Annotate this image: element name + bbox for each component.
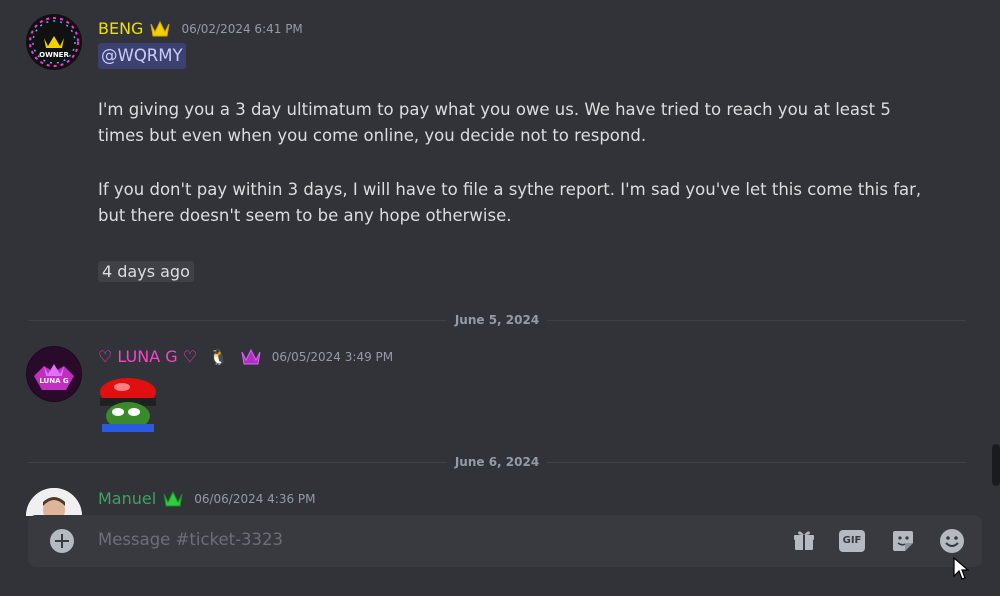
message-beng: OWNER BENG 06/02/2024 6:41 PM @WQRMY I'm… — [0, 0, 1000, 300]
avatar[interactable] — [26, 488, 82, 516]
avatar[interactable]: LUNA G — [26, 346, 82, 402]
message-paragraph: I'm giving you a 3 day ultimatum to pay … — [98, 100, 891, 145]
sticker-icon[interactable] — [889, 527, 917, 555]
gif-icon[interactable]: GIF — [839, 530, 865, 552]
add-icon[interactable] — [50, 529, 74, 553]
message-paragraph: If you don't pay within 3 days, I will h… — [98, 180, 922, 225]
pepe-siren-emoji[interactable] — [98, 376, 160, 432]
message-manuel: Manuel 06/06/2024 4:36 PM — [0, 472, 1000, 516]
message-luna: LUNA G ♡ LUNA G ♡ 🐧 06/05/2024 3:49 PM — [0, 330, 1000, 450]
crown-icon — [241, 348, 261, 364]
crown-icon — [163, 490, 183, 506]
relative-time-chip: 4 days ago — [98, 261, 194, 282]
username[interactable]: BENG — [98, 19, 143, 38]
message-composer: Message #ticket-3323 GIF — [28, 515, 982, 567]
mouse-cursor-icon — [953, 557, 969, 580]
username[interactable]: Manuel — [98, 489, 156, 508]
date-divider-label: June 6, 2024 — [446, 455, 548, 469]
gift-icon[interactable] — [790, 527, 818, 555]
crown-icon — [150, 20, 170, 36]
username[interactable]: ♡ LUNA G ♡ — [98, 347, 197, 366]
avatar-label: LUNA G — [39, 377, 69, 385]
penguin-icon: 🐧 — [209, 347, 228, 366]
gif-label: GIF — [842, 535, 862, 546]
emoji-icon[interactable] — [938, 527, 966, 555]
date-divider-label: June 5, 2024 — [446, 313, 548, 327]
date-divider: June 5, 2024 — [28, 313, 966, 327]
timestamp: 06/06/2024 4:36 PM — [194, 491, 316, 506]
message-input[interactable]: Message #ticket-3323 — [98, 530, 283, 549]
timestamp: 06/05/2024 3:49 PM — [271, 349, 394, 364]
scrollbar[interactable] — [992, 444, 1000, 486]
date-divider: June 6, 2024 — [28, 455, 966, 469]
timestamp: 06/02/2024 6:41 PM — [181, 21, 303, 36]
avatar[interactable]: OWNER — [26, 14, 82, 70]
avatar-label: OWNER — [39, 51, 69, 59]
user-mention[interactable]: @WQRMY — [98, 43, 186, 69]
